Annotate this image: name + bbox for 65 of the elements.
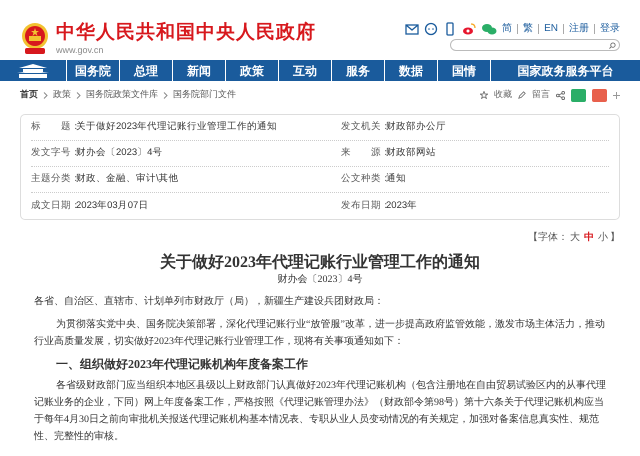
salutation: 各省、自治区、直辖市、计划单列市财政厅（局），新疆生产建设兵团财政局： [34, 294, 385, 309]
article-title: 关于做好2023年代理记账行业管理工作的通知 [160, 253, 480, 273]
info-label: 标 题： [31, 120, 76, 134]
nav-item[interactable]: 互动 [278, 60, 331, 81]
paragraph: 为贯彻落实党中央、国务院决策部署，深化代理记账行业“放管服”改革，进一步提高政府监管效能，激发市场主体活力，推动行业高质量发展，切实做好2023年代理记账行业管理工作，现将有关事项通知如下： [34, 318, 606, 349]
nav-item[interactable]: 国家政务服务平台 [490, 60, 640, 81]
font-size-option[interactable]: 小 [596, 230, 610, 245]
font-size-option[interactable]: 大 [568, 230, 582, 245]
info-value: 财办会〔2023〕4号 [76, 146, 164, 160]
info-label: 来 源： [341, 146, 386, 160]
info-value: 财政部网站 [386, 146, 436, 160]
font-size-option[interactable]: 中 [582, 230, 596, 245]
weibo-icon[interactable] [462, 22, 476, 36]
info-label: 成文日期： [31, 198, 76, 213]
nav-item[interactable]: 总理 [119, 60, 172, 81]
font-size-label: 【字体： [528, 230, 568, 245]
header-link[interactable]: 登录 [594, 24, 620, 34]
paragraph: 各省级财政部门应当组织本地区县级以上财政部门认真做好2023年代理记账机构（包含注册地在自由贸易试验区内的从事代理记账业务的企业，下同）网上年度备案工作，严格按照《代理记账管理办法》（财政部令第98号）第十六条关于代理记账机构应当于每年4月30日之前向审批机关报送代理记账机构基本情况表、专职从业人员变动情况的有关规定，加强对备案信息真实性、规范性、完整性的审核。 [34, 378, 606, 444]
chevron-icon [163, 92, 168, 98]
chevron-icon [43, 92, 48, 98]
font-size-label: 】 [610, 230, 620, 245]
nav-item[interactable]: 政策 [225, 60, 278, 81]
breadcrumb-link[interactable]: 政策 [53, 88, 71, 102]
site-title: 中华人民共和国中央人民政府 [56, 22, 316, 44]
info-value: 通知 [386, 172, 406, 186]
chevron-icon [76, 92, 81, 98]
info-value: 财政部办公厅 [386, 120, 446, 134]
document-number: 财办会〔2023〕4号 [278, 273, 362, 287]
info-label: 发文机关： [341, 120, 386, 134]
breadcrumb-link[interactable]: 国务院部门文件 [173, 88, 236, 102]
wechat-share-icon[interactable] [571, 88, 586, 102]
site-url: www.gov.cn [56, 44, 104, 56]
info-value: 财政、金融、审计\其他 [76, 172, 180, 186]
info-value: 2023年 [386, 198, 418, 213]
header-link[interactable]: 简 [502, 24, 512, 34]
nav-item[interactable]: 国情 [437, 60, 490, 81]
chat-icon[interactable] [424, 22, 438, 36]
nav-item[interactable]: 国务院 [66, 60, 119, 81]
info-label: 发布日期： [341, 198, 386, 213]
info-label: 公文种类： [341, 172, 386, 186]
weibo-share-icon[interactable] [592, 88, 607, 102]
breadcrumb-link[interactable]: 首页 [20, 88, 38, 102]
comment-link[interactable]: 留言 [532, 88, 550, 102]
nav-item[interactable]: 新闻 [172, 60, 225, 81]
info-value: 2023年03月07日 [76, 198, 150, 213]
share-icon[interactable] [556, 90, 565, 100]
info-label: 发文字号： [31, 146, 76, 160]
header-link[interactable]: EN [538, 24, 558, 34]
header-link[interactable]: 注册 [563, 24, 589, 34]
plus-icon[interactable] [613, 92, 620, 98]
search-field[interactable] [450, 39, 620, 51]
mail-icon[interactable] [405, 22, 420, 36]
info-value: 关于做好2023年代理记账行业管理工作的通知 [76, 120, 278, 134]
header-link[interactable]: 繁 [517, 24, 534, 34]
info-label: 主题分类： [31, 172, 76, 186]
emblem-logo [20, 22, 50, 56]
nav-item[interactable]: 数据 [384, 60, 437, 81]
bookmark-link[interactable]: 收藏 [494, 88, 512, 102]
nav-item[interactable]: 服务 [331, 60, 384, 81]
star-icon [480, 91, 488, 99]
section-heading: 一、组织做好2023年代理记账机构年度备案工作 [55, 356, 309, 373]
search-icon [609, 42, 616, 48]
breadcrumb-link[interactable]: 国务院政策文件库 [86, 88, 158, 102]
pencil-icon [518, 91, 526, 99]
wechat-icon[interactable] [481, 22, 498, 36]
